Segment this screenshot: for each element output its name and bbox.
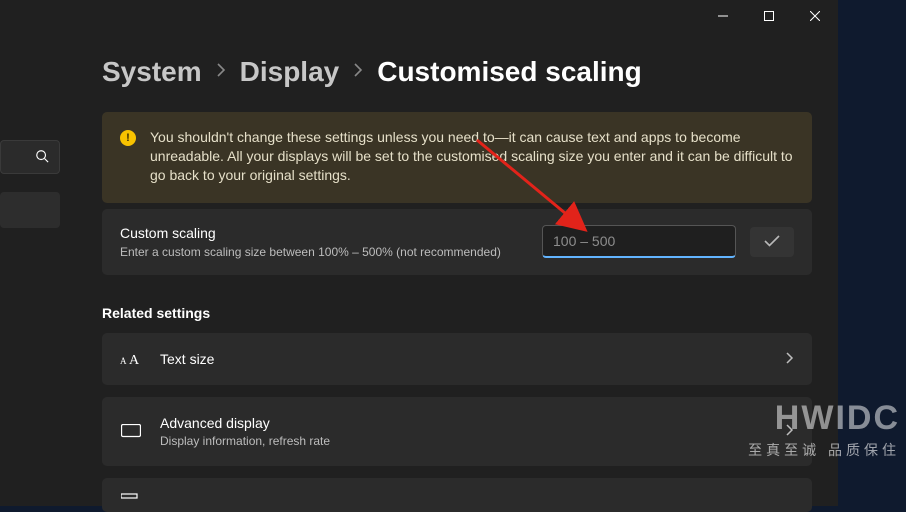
setting-advanced-display[interactable]: Advanced display Display information, re… <box>102 397 812 466</box>
breadcrumb-system[interactable]: System <box>102 56 202 88</box>
custom-scaling-title: Custom scaling <box>120 225 528 241</box>
custom-scaling-subtitle: Enter a custom scaling size between 100%… <box>120 245 528 259</box>
watermark-tagline: 至真至诚 品质保住 <box>748 440 900 460</box>
setting-subtitle: Display information, refresh rate <box>160 434 768 448</box>
nav-item-selected[interactable] <box>0 192 60 228</box>
search-input[interactable] <box>0 140 60 174</box>
watermark: HWIDC 至真至诚 品质保住 <box>748 399 900 460</box>
related-settings-heading: Related settings <box>102 305 812 321</box>
setting-title: Advanced display <box>160 415 768 431</box>
warning-icon: ! <box>120 130 136 146</box>
chevron-right-icon <box>353 63 363 82</box>
breadcrumb-display[interactable]: Display <box>240 56 340 88</box>
warning-text: You shouldn't change these settings unle… <box>150 128 794 185</box>
check-icon <box>764 234 780 250</box>
breadcrumb: System Display Customised scaling <box>102 56 812 88</box>
window-minimize-button[interactable] <box>700 0 746 32</box>
graphics-icon <box>120 491 142 499</box>
window-close-button[interactable] <box>792 0 838 32</box>
setting-title: Text size <box>160 351 768 367</box>
svg-text:A: A <box>120 356 127 366</box>
setting-text-size[interactable]: AA Text size <box>102 333 812 385</box>
chevron-right-icon <box>216 63 226 82</box>
window-maximize-button[interactable] <box>746 0 792 32</box>
svg-text:A: A <box>129 353 140 367</box>
custom-scaling-input[interactable] <box>542 225 736 258</box>
apply-button[interactable] <box>750 227 794 257</box>
warning-banner: ! You shouldn't change these settings un… <box>102 112 812 203</box>
setting-row-partial[interactable] <box>102 478 812 512</box>
custom-scaling-row: Custom scaling Enter a custom scaling si… <box>102 209 812 275</box>
chevron-right-icon <box>786 351 794 367</box>
text-size-icon: AA <box>120 351 142 367</box>
page-title: Customised scaling <box>377 56 642 88</box>
search-icon <box>35 149 49 166</box>
watermark-brand: HWIDC <box>748 399 900 438</box>
display-icon <box>120 424 142 438</box>
